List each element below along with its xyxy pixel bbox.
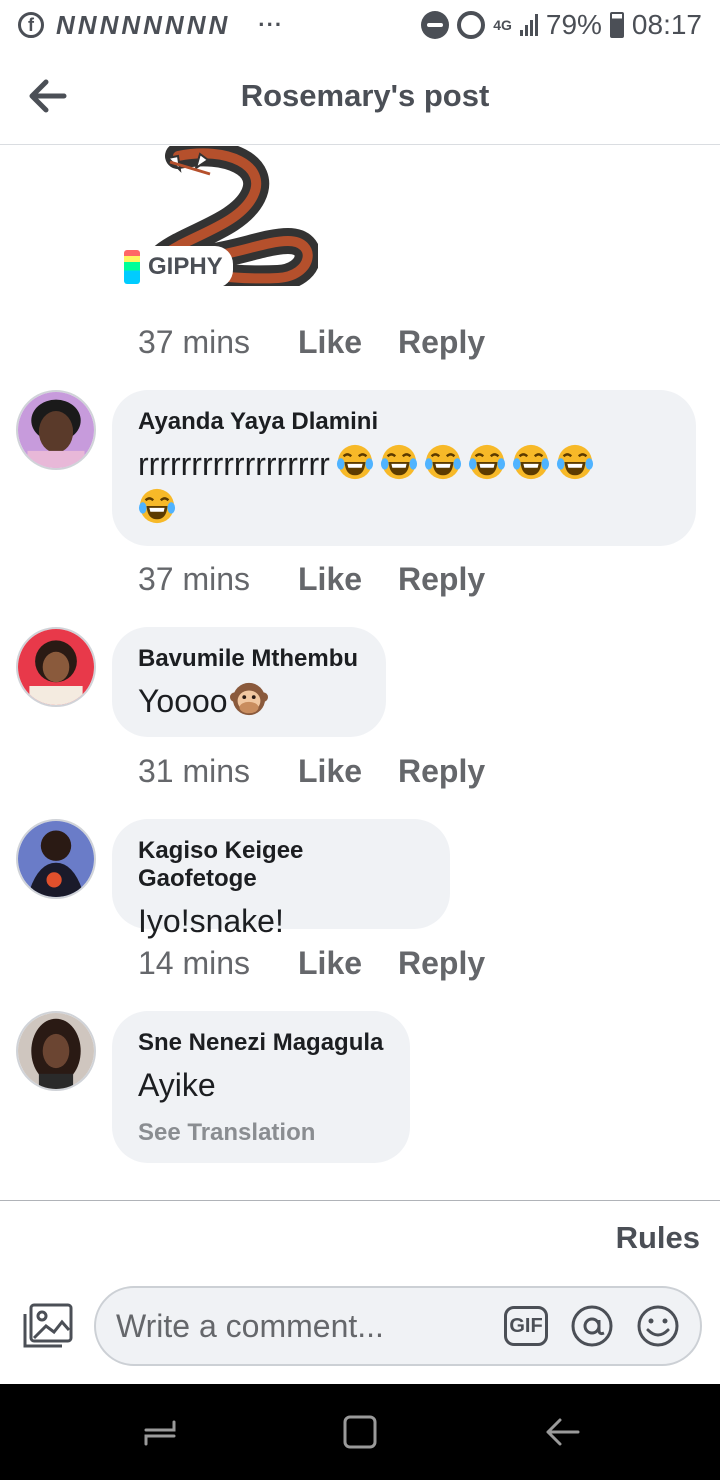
commenter-name[interactable]: Sne Nenezi Magagula: [138, 1029, 384, 1057]
gif-icon[interactable]: GIF: [504, 1306, 548, 1346]
comment-input-wrapper[interactable]: GIF: [94, 1286, 702, 1366]
notification-icons: N N N N N N N N: [56, 9, 227, 41]
comment-actions: 37 mins Like Reply: [138, 561, 485, 598]
comment-text: rrrrrrrrrrrrrrrrrr: [138, 442, 670, 530]
giphy-label: GIPHY: [148, 253, 223, 280]
comment-actions: 31 mins Like Reply: [138, 753, 485, 790]
comment-text: Iyo!snake!: [138, 903, 284, 939]
speak-no-evil-monkey-icon: [229, 682, 268, 716]
page-title: Rosemary's post: [240, 78, 490, 113]
comment-bubble[interactable]: Bavumile Mthembu Yoooo: [112, 627, 386, 737]
status-bar: f N N N N N N N N ··· 4G 79% 08:17: [0, 0, 720, 50]
comment-input[interactable]: [116, 1307, 496, 1345]
laughing-crying-emoji-icon: [424, 444, 461, 480]
comment-time: 31 mins: [138, 753, 251, 789]
recent-apps-icon[interactable]: [140, 1412, 180, 1452]
n-notification-icon: N: [77, 9, 97, 40]
reply-button[interactable]: Reply: [398, 945, 485, 982]
commenter-name[interactable]: Bavumile Mthembu: [138, 645, 360, 673]
laughing-crying-emoji-icon: [336, 444, 373, 480]
avatar[interactable]: [16, 390, 96, 470]
n-notification-icon: N: [208, 9, 227, 40]
giphy-attribution[interactable]: GIPHY: [122, 246, 233, 288]
comment-bubble[interactable]: Ayanda Yaya Dlamini rrrrrrrrrrrrrrrrrr: [112, 390, 696, 546]
more-notifications-icon: ···: [258, 12, 284, 37]
commenter-name[interactable]: Ayanda Yaya Dlamini: [138, 408, 670, 436]
network-type: 4G: [493, 17, 512, 33]
comment-text: Yoooo: [138, 679, 360, 723]
clock: 08:17: [631, 9, 702, 40]
comment-bubble[interactable]: Kagiso Keigee Gaofetoge Iyo!snake!: [112, 819, 450, 939]
photo-icon[interactable]: [22, 1302, 74, 1350]
avatar[interactable]: [16, 1011, 96, 1091]
laughing-crying-emoji-icon: [512, 444, 549, 480]
n-notification-icon: N: [121, 9, 140, 40]
avatar[interactable]: [16, 627, 96, 707]
reply-button[interactable]: Reply: [398, 753, 485, 790]
laughing-crying-emoji-icon: [468, 444, 505, 480]
see-translation-link[interactable]: See Translation: [138, 1119, 384, 1147]
comment-time: 37 mins: [138, 324, 251, 360]
n-notification-icon: N: [56, 9, 75, 40]
laughing-crying-emoji-icon: [556, 444, 593, 480]
comment-bubble[interactable]: Sne Nenezi Magagula Ayike See Translatio…: [112, 1011, 410, 1163]
n-notification-icon: N: [186, 9, 206, 40]
rules-link[interactable]: Rules: [616, 1220, 700, 1256]
laughing-crying-emoji-icon: [380, 444, 417, 480]
emoji-icon[interactable]: [636, 1304, 680, 1348]
like-button[interactable]: Like: [298, 561, 398, 598]
facebook-notification-icon: f: [18, 12, 44, 38]
commenter-name[interactable]: Kagiso Keigee Gaofetoge: [138, 837, 424, 893]
post-header: Rosemary's post: [0, 50, 720, 145]
reply-button[interactable]: Reply: [398, 561, 485, 598]
comment-time: 37 mins: [138, 561, 251, 597]
home-icon[interactable]: [340, 1412, 380, 1452]
n-notification-icon: N: [99, 9, 119, 40]
reply-button[interactable]: Reply: [398, 324, 485, 361]
back-icon[interactable]: [542, 1412, 582, 1452]
like-button[interactable]: Like: [298, 324, 398, 361]
battery-percent: 79%: [545, 9, 602, 40]
like-button[interactable]: Like: [298, 753, 398, 790]
comment-time: 14 mins: [138, 945, 251, 981]
signal-icon: [519, 14, 538, 36]
system-nav-bar: [0, 1384, 720, 1480]
n-notification-icon: N: [143, 9, 162, 40]
battery-icon: [609, 12, 624, 38]
comment-actions: 14 mins Like Reply: [138, 945, 485, 982]
n-notification-icon: N: [164, 9, 184, 40]
mention-icon[interactable]: [570, 1304, 614, 1348]
giphy-logo-icon: [124, 250, 140, 284]
comment-text: Ayike: [138, 1067, 216, 1103]
like-button[interactable]: Like: [298, 945, 398, 982]
avatar[interactable]: [16, 819, 96, 899]
comment-actions: 37 mins Like Reply: [138, 324, 485, 361]
do-not-disturb-icon: [421, 11, 450, 39]
laughing-crying-emoji-icon: [138, 488, 176, 524]
alarm-icon: [457, 11, 486, 39]
divider: [0, 1200, 720, 1201]
